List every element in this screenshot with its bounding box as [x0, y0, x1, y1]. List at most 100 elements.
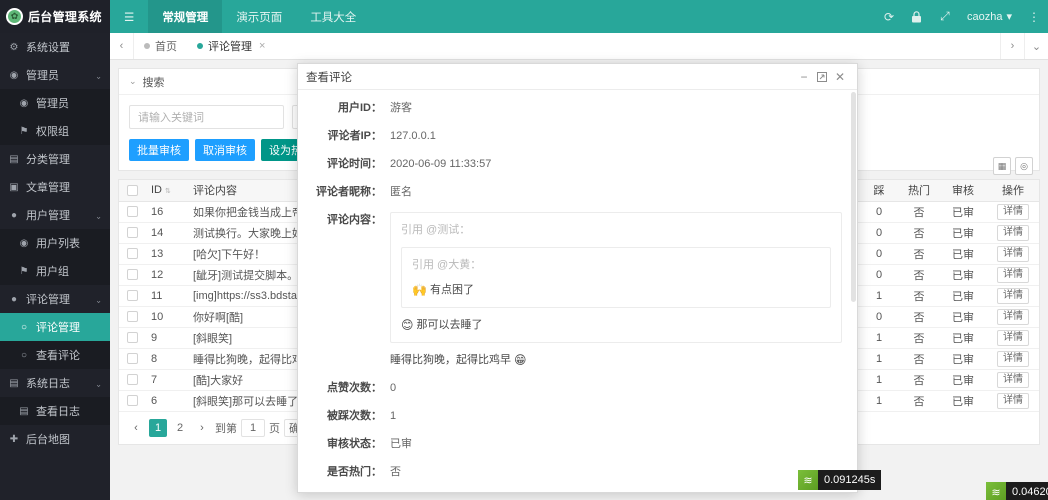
- sidebar-item-user-group[interactable]: ⚑ 用户组: [0, 257, 110, 285]
- sidebar-item-comment-view[interactable]: ○ 查看评论: [0, 341, 110, 369]
- app-logo[interactable]: ✿ 后台管理系统: [0, 0, 110, 33]
- row-checkbox-cell[interactable]: [119, 201, 145, 223]
- sidebar-item-system-settings[interactable]: ⚙ 系统设置: [0, 33, 110, 61]
- checkbox-icon[interactable]: [126, 269, 138, 281]
- checkbox-icon[interactable]: [126, 311, 138, 323]
- leaf-icon: ≋: [798, 470, 818, 490]
- batch-audit-button[interactable]: 批量审核: [129, 139, 189, 161]
- cell-id: 13: [145, 243, 187, 265]
- cancel-audit-button[interactable]: 取消审核: [195, 139, 255, 161]
- lock-icon[interactable]: [903, 0, 931, 33]
- modal-body: 用户ID： 游客 评论者IP： 127.0.0.1 评论时间： 2020-06-09 11…: [298, 90, 857, 492]
- checkbox-icon[interactable]: [126, 184, 138, 196]
- detail-button[interactable]: 详情: [997, 392, 1029, 409]
- detail-button[interactable]: 详情: [997, 287, 1029, 304]
- goto-page-input[interactable]: 1: [241, 418, 265, 437]
- col-id[interactable]: ID ⇅: [145, 180, 187, 202]
- checkbox-icon[interactable]: [126, 332, 138, 344]
- detail-button[interactable]: 详情: [997, 224, 1029, 241]
- cell-action[interactable]: 详情: [987, 390, 1039, 412]
- sidebar-item-comment-manage[interactable]: ○ 评论管理: [0, 313, 110, 341]
- tab-close-icon[interactable]: ×: [259, 40, 265, 52]
- modal-scrollbar-thumb[interactable]: [851, 92, 856, 302]
- tab-scroll-right-icon[interactable]: ›: [1000, 33, 1024, 59]
- row-checkbox-cell[interactable]: [119, 369, 145, 391]
- nav-general[interactable]: 常规管理: [148, 0, 223, 33]
- menu-toggle[interactable]: ☰: [110, 0, 148, 33]
- row-checkbox-cell[interactable]: [119, 327, 145, 349]
- detail-button[interactable]: 详情: [997, 266, 1029, 283]
- page-1-button[interactable]: 1: [149, 418, 167, 437]
- page-prev-icon[interactable]: ‹: [127, 419, 145, 437]
- sidebar-item-article[interactable]: ▣ 文章管理: [0, 173, 110, 201]
- checkbox-icon[interactable]: [126, 395, 138, 407]
- page-2-button[interactable]: 2: [171, 419, 189, 437]
- checkbox-icon[interactable]: [126, 290, 138, 302]
- debug-timer-modal[interactable]: ≋ 0.091245s: [798, 470, 882, 490]
- fullscreen-icon[interactable]: ⤢: [931, 0, 959, 33]
- cell-action[interactable]: 详情: [987, 369, 1039, 391]
- detail-button[interactable]: 详情: [997, 245, 1029, 262]
- nav-demo[interactable]: 演示页面: [222, 0, 296, 33]
- checkbox-icon[interactable]: [126, 248, 138, 260]
- search-input[interactable]: 请输入关键词: [129, 105, 284, 129]
- close-icon[interactable]: ✕: [831, 70, 849, 84]
- row-checkbox-cell[interactable]: [119, 390, 145, 412]
- cell-hot: 否: [899, 306, 939, 328]
- row-checkbox-cell[interactable]: [119, 285, 145, 307]
- sidebar-item-permission-group[interactable]: ⚑ 权限组: [0, 117, 110, 145]
- detail-button[interactable]: 详情: [997, 203, 1029, 220]
- sidebar-item-category[interactable]: ▤ 分类管理: [0, 145, 110, 173]
- debug-timer-page[interactable]: ≋ 0.046204s: [986, 482, 1048, 500]
- sort-icon[interactable]: ⇅: [165, 188, 171, 195]
- tab-comment-manage[interactable]: 评论管理 ×: [187, 33, 275, 59]
- row-checkbox-cell[interactable]: [119, 222, 145, 244]
- detail-button[interactable]: 详情: [997, 308, 1029, 325]
- detail-button[interactable]: 详情: [997, 350, 1029, 367]
- export-icon[interactable]: ◎: [1015, 157, 1033, 175]
- sidebar-group-comment[interactable]: ● 评论管理 ⌃: [0, 285, 110, 313]
- sidebar-group-log[interactable]: ▤ 系统日志 ⌃: [0, 369, 110, 397]
- cell-action[interactable]: 详情: [987, 222, 1039, 244]
- checkbox-icon[interactable]: [126, 206, 138, 218]
- minimize-icon[interactable]: −: [795, 70, 813, 84]
- checkbox-icon[interactable]: [126, 227, 138, 239]
- sidebar-item-sitemap[interactable]: ✚ 后台地图: [0, 425, 110, 453]
- leaf-icon: ≋: [986, 482, 1006, 500]
- cell-action[interactable]: 详情: [987, 327, 1039, 349]
- cell-action[interactable]: 详情: [987, 348, 1039, 370]
- sidebar-item-view-log[interactable]: ▤ 查看日志: [0, 397, 110, 425]
- tab-scroll-left-icon[interactable]: ‹: [110, 33, 134, 59]
- tab-home[interactable]: 首页: [134, 33, 187, 59]
- nav-tools[interactable]: 工具大全: [296, 0, 370, 33]
- user-menu[interactable]: caozha ▾: [959, 0, 1020, 33]
- row-checkbox-cell[interactable]: [119, 306, 145, 328]
- refresh-icon[interactable]: ⟳: [875, 0, 903, 33]
- tab-dropdown-icon[interactable]: ⌄: [1024, 33, 1048, 59]
- sidebar-item-user-list[interactable]: ◉ 用户列表: [0, 229, 110, 257]
- cell-action[interactable]: 详情: [987, 285, 1039, 307]
- maximize-icon[interactable]: [813, 71, 831, 82]
- sidebar-group-admin[interactable]: ◉ 管理员 ⌃: [0, 61, 110, 89]
- row-checkbox-cell[interactable]: [119, 243, 145, 265]
- column-filter-icon[interactable]: ▦: [993, 157, 1011, 175]
- more-icon[interactable]: ⋮: [1020, 0, 1048, 33]
- detail-button[interactable]: 详情: [997, 329, 1029, 346]
- cell-action[interactable]: 详情: [987, 264, 1039, 286]
- sidebar-item-admin[interactable]: ◉ 管理员: [0, 89, 110, 117]
- checkbox-icon[interactable]: [126, 353, 138, 365]
- select-all-header[interactable]: [119, 180, 145, 202]
- cell-action[interactable]: 详情: [987, 306, 1039, 328]
- checkbox-icon[interactable]: [126, 374, 138, 386]
- row-checkbox-cell[interactable]: [119, 348, 145, 370]
- cell-action[interactable]: 详情: [987, 243, 1039, 265]
- sidebar-group-user[interactable]: ● 用户管理 ⌃: [0, 201, 110, 229]
- cell-dislikes: 1: [859, 285, 899, 307]
- cell-action[interactable]: 详情: [987, 201, 1039, 223]
- modal-stats-list: 点赞次数：0被踩次数：1审核状态：已审是否热门：否cmtid：act_1 （评论…: [298, 380, 843, 492]
- modal-scrollbar[interactable]: [851, 92, 856, 490]
- page-next-icon[interactable]: ›: [193, 419, 211, 437]
- quote-outer: 引用 @测试： 引用 @大黄： 🙌 有点困了 😊 那可以去睡了: [390, 212, 842, 343]
- detail-button[interactable]: 详情: [997, 371, 1029, 388]
- row-checkbox-cell[interactable]: [119, 264, 145, 286]
